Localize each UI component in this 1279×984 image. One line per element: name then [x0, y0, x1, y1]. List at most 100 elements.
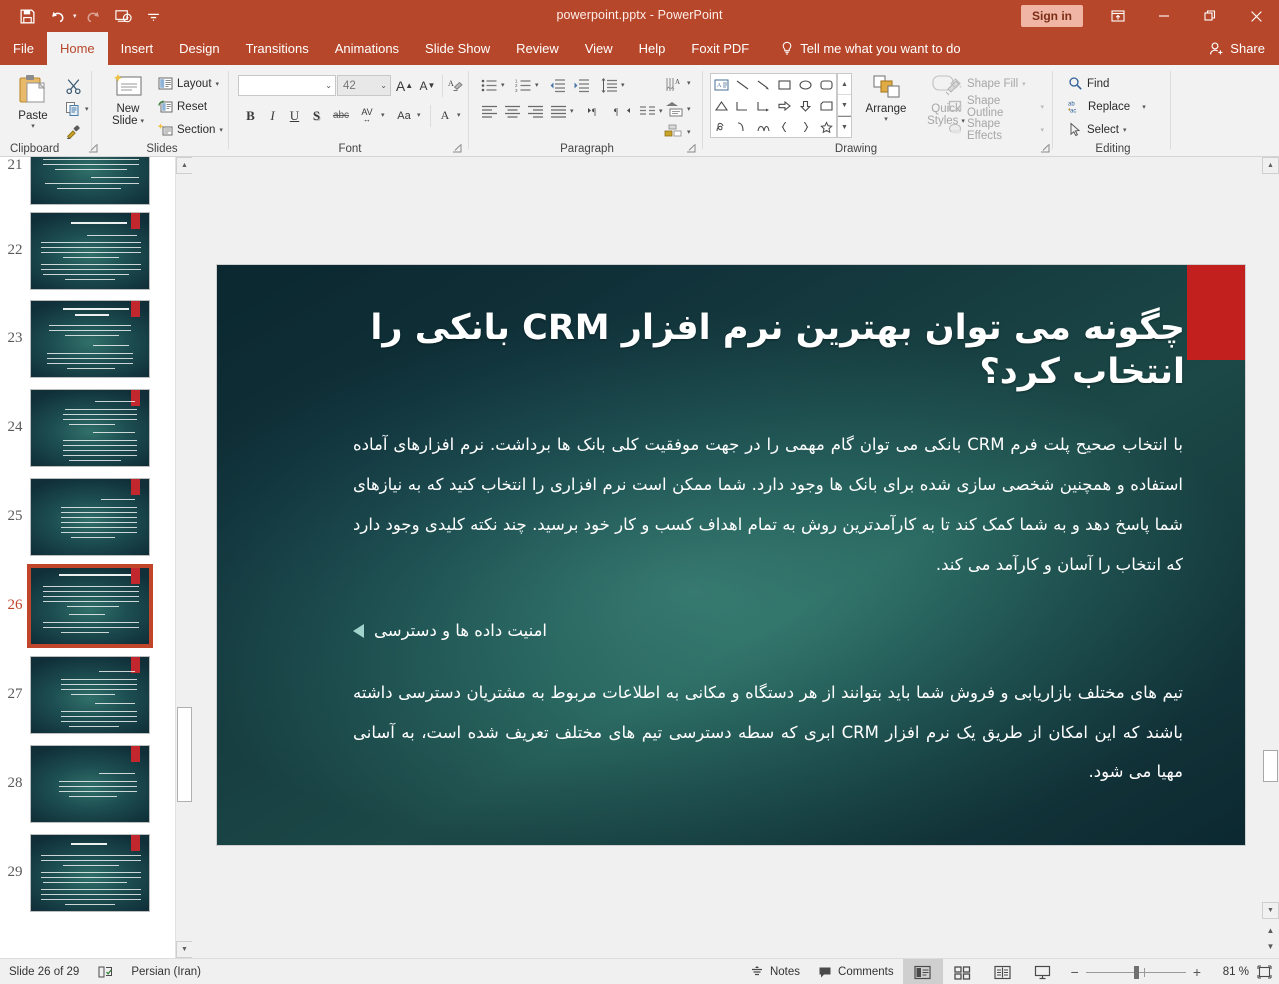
thumbnail-preview[interactable] — [30, 744, 150, 823]
layout-dropdown-icon[interactable]: ▾ — [216, 80, 220, 88]
shape-arc-icon[interactable] — [753, 116, 774, 137]
shape-fill-button[interactable]: Shape Fill ▾ — [946, 73, 1028, 94]
fit-to-window-button[interactable] — [1249, 965, 1279, 979]
thumbnail-scrollbar[interactable]: ▲ ▼ — [175, 157, 193, 958]
shape-effects-button[interactable]: Shape Effects ▾ — [946, 118, 1046, 142]
canvas-vertical-scrollbar[interactable]: ▲ ▼ ▲ ▼ — [1262, 157, 1279, 958]
share-button[interactable]: Share — [1209, 32, 1265, 65]
change-case-button[interactable]: Aa — [392, 105, 416, 126]
tab-review[interactable]: Review — [503, 32, 572, 65]
slide-paragraph-1[interactable]: با انتخاب صحیح پلت فرم CRM بانکی می توان… — [353, 425, 1183, 585]
tab-foxit-pdf[interactable]: Foxit PDF — [678, 32, 762, 65]
new-slide-button[interactable]: New Slide ▾ — [102, 71, 154, 127]
zoom-in-button[interactable]: + — [1193, 964, 1201, 980]
shape-oval-icon[interactable] — [795, 74, 816, 95]
replace-button[interactable]: ab ac Replace ▾ — [1066, 96, 1148, 117]
tab-design[interactable]: Design — [166, 32, 232, 65]
rtl-direction-button[interactable]: ¶ — [610, 101, 634, 122]
ribbon-display-options-icon[interactable] — [1095, 0, 1141, 32]
select-dropdown-icon[interactable]: ▾ — [1123, 126, 1127, 134]
character-spacing-dropdown-icon[interactable]: ▾ — [381, 111, 385, 119]
shape-flowchart-icon[interactable] — [816, 95, 837, 116]
shape-scribble-icon[interactable] — [711, 116, 732, 137]
tell-me-search[interactable]: Tell me what you want to do — [780, 32, 961, 65]
shape-triangle-icon[interactable] — [711, 95, 732, 116]
thumbnail-slide-28[interactable]: 28 — [0, 739, 175, 828]
font-name-combo[interactable]: ⌄ — [238, 75, 336, 96]
font-size-combo[interactable]: 42 ⌄ — [337, 75, 391, 96]
view-normal-button[interactable] — [902, 959, 943, 984]
shape-outline-dropdown-icon[interactable]: ▾ — [1040, 103, 1044, 111]
paste-dropdown-icon[interactable]: ▾ — [31, 122, 35, 130]
gallery-scroll-down-icon[interactable]: ▼ — [838, 95, 851, 116]
align-center-button[interactable] — [501, 101, 523, 122]
thumbnail-slide-26[interactable]: 26 — [0, 561, 175, 650]
previous-slide-icon[interactable]: ▲ — [1262, 923, 1279, 937]
decrease-indent-button[interactable] — [546, 75, 568, 96]
character-spacing-button[interactable]: AV ↔ — [354, 103, 380, 127]
ltr-direction-button[interactable]: ¶ — [584, 101, 608, 122]
spell-check-button[interactable] — [88, 959, 122, 984]
paste-button[interactable]: Paste ▾ — [8, 71, 58, 130]
shape-elbow-arrow-connector-icon[interactable] — [753, 95, 774, 116]
tab-file[interactable]: File — [0, 32, 47, 65]
notes-button[interactable]: Notes — [741, 959, 809, 984]
arrange-button[interactable]: Arrange ▾ — [858, 73, 914, 123]
reset-button[interactable]: Reset — [156, 96, 209, 117]
view-slide-show-button[interactable] — [1023, 959, 1063, 984]
shape-outline-button[interactable]: Shape Outline ▾ — [946, 95, 1046, 119]
strikethrough-button[interactable]: abc — [328, 105, 354, 126]
bold-button[interactable]: B — [240, 105, 261, 126]
canvas-scroll-up-icon[interactable]: ▲ — [1262, 157, 1279, 174]
thumbnail-preview[interactable] — [30, 833, 150, 912]
thumbnail-preview[interactable] — [30, 477, 150, 556]
thumbnail-scroll-up-icon[interactable]: ▲ — [176, 157, 193, 174]
tab-animations[interactable]: Animations — [322, 32, 412, 65]
restore-icon[interactable] — [1187, 0, 1233, 32]
shape-right-brace-icon[interactable] — [795, 116, 816, 137]
slide-thumbnail-pane[interactable]: 21 22 23 24 25 26 27 28 29 — [0, 157, 175, 958]
gallery-more-icon[interactable]: ▼ — [838, 116, 851, 137]
thumbnail-slide-29[interactable]: 29 — [0, 828, 175, 917]
replace-dropdown-icon[interactable]: ▾ — [1142, 103, 1146, 111]
thumbnail-preview[interactable] — [30, 157, 150, 205]
font-name-dropdown-icon[interactable]: ⌄ — [325, 81, 332, 90]
section-button[interactable]: Section ▾ — [156, 119, 225, 140]
view-slide-sorter-button[interactable] — [943, 959, 983, 984]
slide-canvas[interactable]: چگونه می توان بهترین نرم افزار CRM بانکی… — [192, 157, 1262, 958]
arrange-dropdown-icon[interactable]: ▾ — [884, 115, 888, 123]
slide-counter[interactable]: Slide 26 of 29 — [0, 959, 88, 984]
canvas-scroll-down-icon[interactable]: ▼ — [1262, 902, 1279, 919]
thumbnail-preview[interactable] — [30, 388, 150, 467]
line-spacing-dropdown-icon[interactable]: ▾ — [621, 81, 625, 89]
tab-insert[interactable]: Insert — [108, 32, 167, 65]
shape-curve-icon[interactable] — [732, 116, 753, 137]
format-painter-button[interactable] — [62, 121, 84, 141]
tab-home[interactable]: Home — [46, 32, 108, 65]
language-indicator[interactable]: Persian (Iran) — [122, 959, 210, 984]
font-color-button[interactable]: A — [434, 105, 456, 126]
canvas-scrollbar-thumb[interactable] — [1263, 750, 1278, 782]
columns-button[interactable] — [636, 101, 658, 122]
gallery-scroll-up-icon[interactable]: ▲ — [838, 74, 851, 95]
thumbnail-preview[interactable] — [30, 655, 150, 734]
shapes-gallery[interactable]: A — [710, 73, 837, 138]
close-icon[interactable] — [1233, 0, 1279, 32]
shape-rounded-rectangle-icon[interactable] — [816, 74, 837, 95]
thumbnail-slide-27[interactable]: 27 — [0, 650, 175, 739]
view-reading-button[interactable] — [983, 959, 1023, 984]
zoom-out-button[interactable]: − — [1071, 964, 1079, 980]
shape-star-icon[interactable] — [816, 116, 837, 137]
shape-fill-dropdown-icon[interactable]: ▾ — [1022, 80, 1026, 88]
change-case-dropdown-icon[interactable]: ▾ — [417, 111, 421, 119]
shape-rectangle-icon[interactable] — [774, 74, 795, 95]
shape-textbox-icon[interactable]: A — [711, 74, 732, 95]
convert-to-smartart-dropdown-icon[interactable]: ▾ — [687, 128, 691, 136]
select-button[interactable]: Select ▾ — [1066, 119, 1128, 140]
copy-button[interactable] — [62, 99, 84, 119]
thumbnail-slide-24[interactable]: 24 — [0, 383, 175, 472]
new-slide-dropdown-icon[interactable]: ▾ — [141, 117, 145, 125]
align-right-button[interactable] — [524, 101, 546, 122]
convert-to-smartart-button[interactable] — [660, 121, 686, 143]
slide-body-placeholder[interactable]: با انتخاب صحیح پلت فرم CRM بانکی می توان… — [353, 425, 1183, 792]
